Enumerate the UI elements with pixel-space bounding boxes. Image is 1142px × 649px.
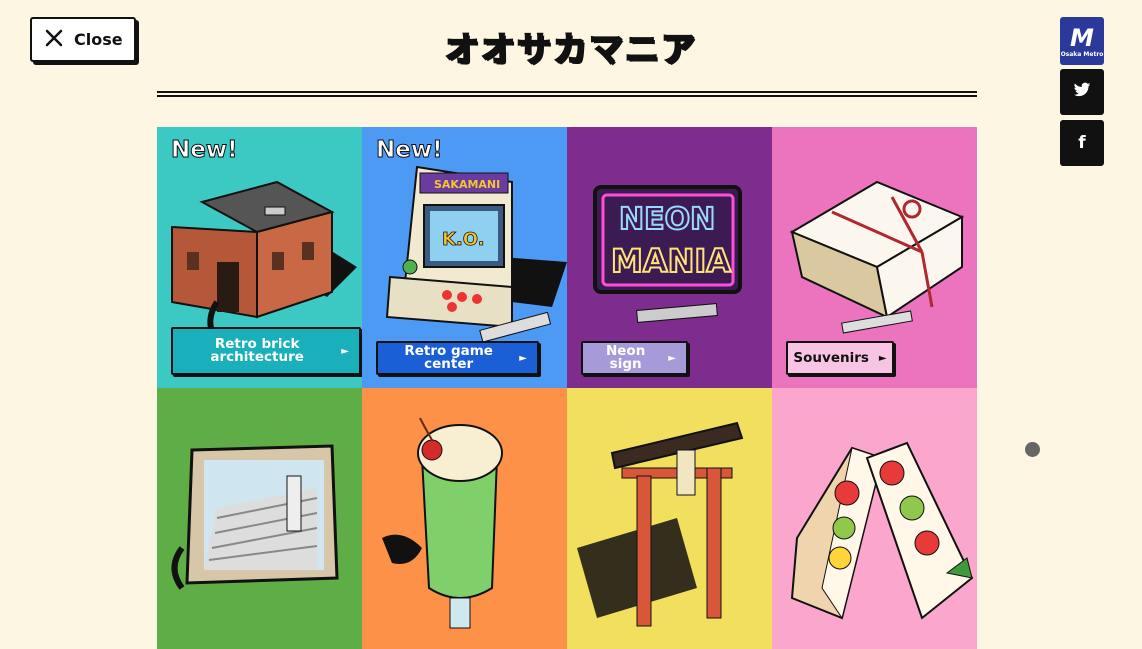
scroll-indicator-dot[interactable] bbox=[1025, 442, 1040, 457]
page-title: オオサカマニア bbox=[444, 29, 697, 71]
tile-stairs[interactable] bbox=[157, 388, 362, 649]
osaka-metro-logo[interactable]: M Osaka Metro bbox=[1060, 17, 1104, 65]
logo-text: Osaka Metro bbox=[1060, 50, 1104, 58]
fruit-sandwich-illustration bbox=[790, 441, 974, 620]
new-badge: New! bbox=[171, 137, 239, 164]
category-grid: New! Retro brick architecture ► SAKAMANI… bbox=[157, 127, 977, 649]
facebook-button[interactable]: f bbox=[1060, 120, 1104, 166]
header-divider-top bbox=[157, 91, 977, 93]
retro-game-label: Retro game center bbox=[404, 343, 493, 372]
stairs-picture-illustration bbox=[171, 444, 339, 590]
arrow-right-icon: ► bbox=[668, 352, 676, 364]
arrow-right-icon: ► bbox=[878, 352, 887, 364]
facebook-icon: f bbox=[1078, 133, 1086, 153]
retro-brick-button[interactable]: Retro brick architecture ► bbox=[171, 327, 361, 375]
neon-line1: NEON bbox=[619, 202, 715, 237]
neon-line2: MANIA bbox=[611, 242, 731, 280]
header-divider-bottom bbox=[157, 95, 977, 97]
souvenirs-button[interactable]: Souvenirs ► bbox=[786, 341, 894, 375]
neon-sign-button[interactable]: Neon sign ► bbox=[581, 341, 688, 375]
retro-game-button[interactable]: Retro game center ► bbox=[376, 341, 539, 375]
souvenirs-label: Souvenirs bbox=[793, 349, 869, 366]
neon-sign-label: Neon sign bbox=[605, 343, 646, 372]
arrow-right-icon: ► bbox=[341, 345, 349, 357]
tile-souvenirs[interactable]: Souvenirs ► bbox=[772, 127, 977, 388]
tile-fruit-sandwich[interactable] bbox=[772, 388, 977, 649]
twitter-icon bbox=[1073, 82, 1091, 103]
tile-torii[interactable] bbox=[567, 388, 772, 649]
logo-mark: M bbox=[1070, 23, 1094, 52]
new-badge: New! bbox=[376, 137, 444, 164]
tile-retro-game[interactable]: SAKAMANI K.O. New! Retro game center ► bbox=[362, 127, 567, 388]
arcade-brand-text: SAKAMANI bbox=[434, 178, 500, 191]
tile-retro-brick[interactable]: New! Retro brick architecture ► bbox=[157, 127, 362, 388]
retro-brick-label: Retro brick architecture bbox=[210, 336, 304, 365]
arrow-right-icon: ► bbox=[519, 352, 527, 364]
cream-soda-illustration bbox=[382, 417, 503, 629]
torii-gate-illustration bbox=[577, 421, 744, 627]
twitter-button[interactable] bbox=[1060, 69, 1104, 115]
tile-neon-sign[interactable]: NEON MANIA Neon sign ► bbox=[567, 127, 772, 388]
arcade-screen-text: K.O. bbox=[442, 229, 485, 250]
tile-cream-soda[interactable] bbox=[362, 388, 567, 649]
